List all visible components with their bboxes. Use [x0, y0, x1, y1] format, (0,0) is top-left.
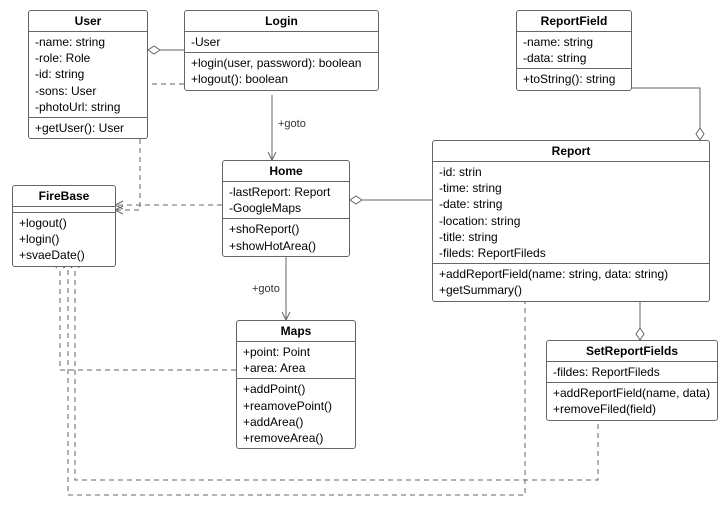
class-maps[interactable]: Maps +point: Point +area: Area +addPoint…: [236, 320, 356, 449]
class-report-title: Report: [433, 141, 709, 162]
class-login-title: Login: [185, 11, 378, 32]
class-user[interactable]: User -name: string -role: Role -id: stri…: [28, 10, 148, 139]
class-firebase[interactable]: FireBase +logout() +login() +svaeDate(): [12, 185, 116, 267]
class-reportfield-ops: +toString(): string: [517, 69, 631, 89]
class-setreportfields-ops: +addReportField(name, data) +removeFiled…: [547, 383, 717, 419]
class-setreportfields[interactable]: SetReportFields -fildes: ReportFileds +a…: [546, 340, 718, 421]
class-firebase-ops: +logout() +login() +svaeDate(): [13, 213, 115, 266]
class-home-ops: +shoReport() +showHotArea(): [223, 219, 349, 255]
edge-label-login-home: +goto: [278, 118, 306, 130]
class-user-title: User: [29, 11, 147, 32]
class-home-attrs: -lastReport: Report -GoogleMaps: [223, 182, 349, 219]
class-reportfield[interactable]: ReportField -name: string -data: string …: [516, 10, 632, 91]
class-setreportfields-attrs: -fildes: ReportFileds: [547, 362, 717, 383]
class-login-ops: +login(user, password): boolean +logout(…: [185, 53, 378, 89]
class-maps-attrs: +point: Point +area: Area: [237, 342, 355, 379]
edge-label-home-maps: +goto: [252, 283, 280, 295]
class-user-ops: +getUser(): User: [29, 118, 147, 138]
class-report-ops: +addReportField(name: string, data: stri…: [433, 264, 709, 300]
class-firebase-title: FireBase: [13, 186, 115, 207]
class-report[interactable]: Report -id: strin -time: string -date: s…: [432, 140, 710, 302]
class-reportfield-title: ReportField: [517, 11, 631, 32]
class-maps-title: Maps: [237, 321, 355, 342]
class-maps-ops: +addPoint() +reamovePoint() +addArea() +…: [237, 379, 355, 448]
class-login-attrs: -User: [185, 32, 378, 53]
class-setreportfields-title: SetReportFields: [547, 341, 717, 362]
class-home-title: Home: [223, 161, 349, 182]
class-report-attrs: -id: strin -time: string -date: string -…: [433, 162, 709, 264]
class-login[interactable]: Login -User +login(user, password): bool…: [184, 10, 379, 91]
class-home[interactable]: Home -lastReport: Report -GoogleMaps +sh…: [222, 160, 350, 257]
class-reportfield-attrs: -name: string -data: string: [517, 32, 631, 69]
class-user-attrs: -name: string -role: Role -id: string -s…: [29, 32, 147, 118]
